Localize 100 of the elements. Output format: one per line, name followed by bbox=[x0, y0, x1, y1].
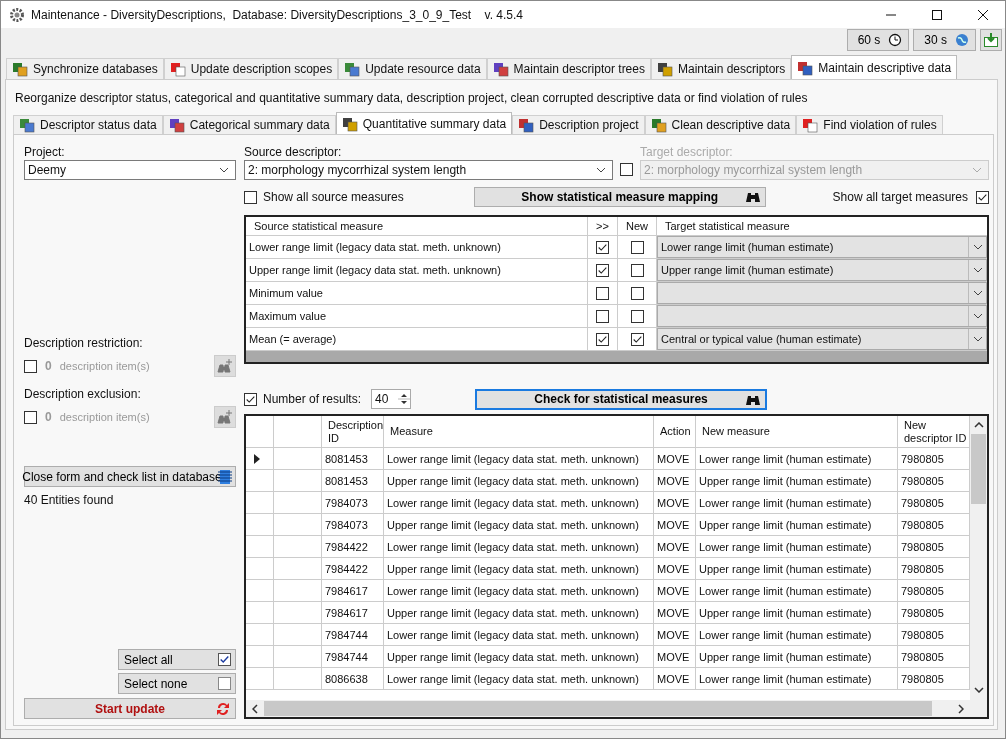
new-measure-cell: Lower range limit (human estimate) bbox=[696, 668, 898, 690]
tab-icon bbox=[650, 117, 667, 133]
filter-label: Description exclusion: bbox=[24, 387, 142, 401]
table-cell bbox=[274, 668, 322, 690]
row-header-cell[interactable] bbox=[246, 646, 274, 668]
horizontal-scrollbar[interactable] bbox=[246, 700, 970, 717]
new-checkbox[interactable] bbox=[630, 332, 644, 346]
main-tab[interactable]: Synchronize databases bbox=[6, 58, 164, 79]
column-header: New measure bbox=[696, 416, 898, 448]
action-cell: MOVE bbox=[654, 668, 696, 690]
measure-cell: Lower range limit (legacy data stat. meth. unknown) bbox=[384, 580, 654, 602]
tab-icon bbox=[492, 61, 509, 77]
vertical-scrollbar[interactable] bbox=[970, 416, 987, 717]
row-header-cell[interactable] bbox=[246, 558, 274, 580]
table-cell bbox=[274, 492, 322, 514]
action-cell: MOVE bbox=[654, 558, 696, 580]
transfer-checkbox[interactable] bbox=[596, 263, 609, 277]
measure-cell: Upper range limit (legacy data stat. meth. unknown) bbox=[384, 470, 654, 492]
filter-checkbox[interactable] bbox=[24, 359, 37, 373]
sub-tab[interactable]: Find violation of rules bbox=[796, 115, 943, 134]
chevron-icon bbox=[596, 167, 606, 173]
main-tab[interactable]: Update resource data bbox=[338, 58, 487, 79]
table-cell bbox=[274, 624, 322, 646]
current-row-icon bbox=[254, 453, 260, 464]
target-checkbox[interactable] bbox=[620, 163, 633, 176]
source-descriptor-dropdown[interactable]: 2: morphology mycorrhizal system length bbox=[244, 160, 613, 180]
new-measure-cell: Upper range limit (human estimate) bbox=[696, 470, 898, 492]
new-checkbox[interactable] bbox=[630, 286, 644, 300]
filter-checkbox[interactable] bbox=[24, 410, 37, 424]
sub-tab[interactable]: Clean descriptive data bbox=[644, 115, 797, 134]
action-cell: MOVE bbox=[654, 448, 696, 470]
show-all-target-checkbox[interactable] bbox=[976, 190, 989, 204]
check-measures-button[interactable]: Check for statistical measures bbox=[475, 388, 768, 410]
column-header: Measure bbox=[384, 416, 654, 448]
id-cell: 7984073 bbox=[322, 514, 384, 536]
target-measure-dropdown[interactable]: Central or typical value (human estimate) bbox=[657, 328, 987, 350]
close-form-button[interactable]: Close form and check list in database bbox=[24, 466, 236, 487]
id-cell: 8081453 bbox=[322, 448, 384, 470]
clock-icon bbox=[888, 33, 903, 48]
project-dropdown[interactable]: Deemy bbox=[24, 160, 236, 180]
show-mapping-button[interactable]: Show statistical measure mapping bbox=[473, 187, 766, 207]
measure-cell: Lower range limit (legacy data stat. meth. unknown) bbox=[384, 536, 654, 558]
id-cell: 7984422 bbox=[322, 536, 384, 558]
timer-button[interactable]: 60 s bbox=[846, 29, 910, 52]
scroll-thumb[interactable] bbox=[971, 434, 986, 504]
project-label: Project: bbox=[24, 145, 66, 159]
table-cell bbox=[274, 558, 322, 580]
main-tab[interactable]: Maintain descriptor trees bbox=[486, 58, 651, 79]
close-icon[interactable] bbox=[977, 8, 989, 21]
add-filter-button[interactable] bbox=[214, 406, 236, 428]
table-cell bbox=[274, 514, 322, 536]
column-header bbox=[274, 416, 322, 448]
sub-tab[interactable]: Quantitative summary data bbox=[335, 112, 513, 134]
transfer-checkbox[interactable] bbox=[596, 309, 609, 323]
binoculars-plus-icon bbox=[217, 358, 233, 374]
target-measure-dropdown[interactable]: Upper range limit (human estimate) bbox=[657, 259, 987, 281]
new-checkbox[interactable] bbox=[630, 309, 644, 323]
row-header-cell[interactable] bbox=[246, 492, 274, 514]
maximize-icon[interactable] bbox=[931, 8, 943, 21]
column-header: New bbox=[618, 217, 657, 235]
row-header-cell[interactable] bbox=[246, 470, 274, 492]
sub-tab[interactable]: Descriptor status data bbox=[13, 115, 163, 134]
new-checkbox[interactable] bbox=[630, 263, 644, 277]
sub-tab[interactable]: Description project bbox=[512, 115, 645, 134]
row-header-cell[interactable] bbox=[246, 448, 274, 470]
start-update-button[interactable]: Start update bbox=[24, 698, 236, 719]
new-checkbox[interactable] bbox=[630, 240, 644, 254]
main-tab[interactable]: Maintain descriptive data bbox=[791, 55, 958, 79]
chevron-icon bbox=[972, 244, 983, 250]
row-header-cell[interactable] bbox=[246, 668, 274, 690]
row-header-cell[interactable] bbox=[246, 602, 274, 624]
row-header-cell[interactable] bbox=[246, 514, 274, 536]
row-header-cell[interactable] bbox=[246, 536, 274, 558]
export-button[interactable] bbox=[980, 29, 1002, 52]
source-measure-cell: Maximum value bbox=[246, 305, 588, 327]
tab-icon bbox=[341, 115, 358, 132]
main-tab[interactable]: Update description scopes bbox=[163, 58, 339, 79]
id-cell: 7984744 bbox=[322, 646, 384, 668]
show-all-source-label: Show all source measures bbox=[263, 190, 404, 204]
table-cell bbox=[274, 646, 322, 668]
transfer-checkbox[interactable] bbox=[596, 240, 609, 254]
transfer-checkbox[interactable] bbox=[596, 332, 609, 346]
select-all-button[interactable]: Select all bbox=[118, 649, 236, 670]
add-filter-button[interactable] bbox=[214, 355, 236, 377]
row-header-cell[interactable] bbox=[246, 580, 274, 602]
main-tab[interactable]: Maintain descriptors bbox=[650, 58, 792, 79]
number-of-results-spinner[interactable]: 40 bbox=[371, 389, 412, 409]
transfer-checkbox[interactable] bbox=[596, 286, 609, 300]
measure-cell: Lower range limit (legacy data stat. meth. unknown) bbox=[384, 448, 654, 470]
scroll-thumb[interactable] bbox=[264, 701, 932, 716]
target-measure-dropdown[interactable]: Lower range limit (human estimate) bbox=[657, 236, 987, 258]
select-none-button[interactable]: Select none bbox=[118, 673, 236, 694]
number-of-results-checkbox[interactable] bbox=[244, 392, 257, 406]
measure-cell: Upper range limit (legacy data stat. meth. unknown) bbox=[384, 558, 654, 580]
show-all-source-checkbox[interactable] bbox=[244, 190, 257, 204]
target-descriptor-label: Target descriptor: bbox=[640, 145, 734, 159]
id-cell: 7984422 bbox=[322, 558, 384, 580]
sub-tab[interactable]: Categorical summary data bbox=[162, 115, 336, 134]
timer-button[interactable]: 30 s bbox=[913, 29, 976, 52]
row-header-cell[interactable] bbox=[246, 624, 274, 646]
